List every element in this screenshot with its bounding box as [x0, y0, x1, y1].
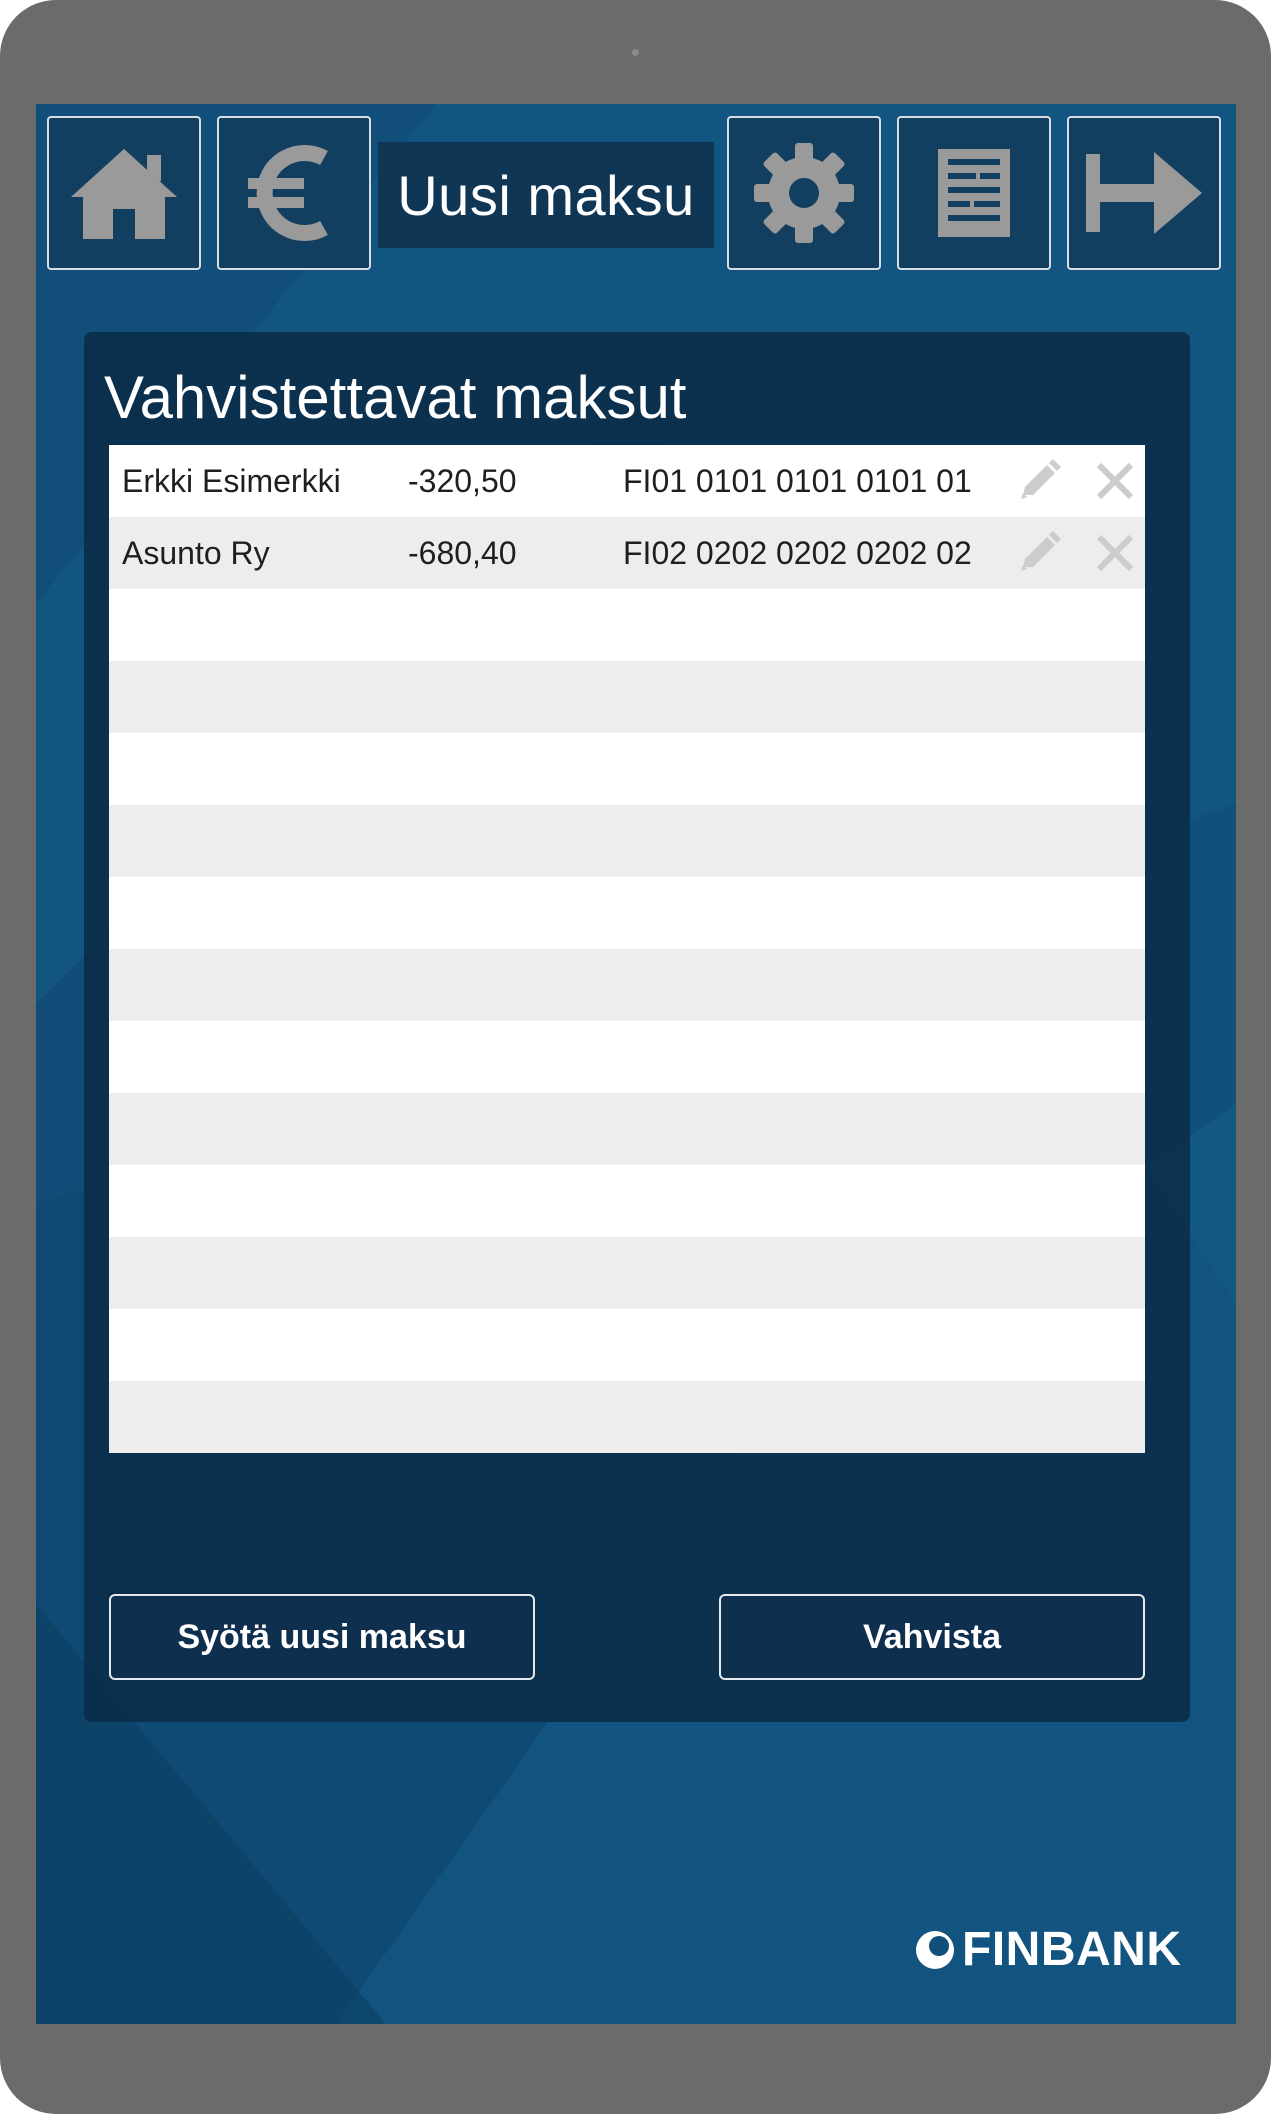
logout-arrow-icon	[1086, 152, 1202, 234]
brand-name: FINBANK	[962, 1923, 1182, 1976]
home-icon	[71, 149, 177, 239]
empty-row	[109, 1309, 1145, 1381]
payee-name: Erkki Esimerkki	[122, 463, 341, 499]
page-title: Uusi maksu	[378, 142, 714, 248]
document-icon	[938, 149, 1010, 237]
table-row[interactable]: Erkki Esimerkki -320,50 FI01 0101 0101 0…	[109, 445, 1145, 517]
camera-dot	[632, 49, 639, 56]
finbank-logo: FINBANK	[914, 1922, 1181, 1977]
empty-row	[109, 1021, 1145, 1093]
empty-row	[109, 1381, 1145, 1453]
finbank-logo-icon	[916, 1930, 954, 1969]
home-button[interactable]	[47, 116, 201, 270]
logout-button[interactable]	[1067, 116, 1221, 270]
tablet-frame: Uusi maksu Vahvistettavat maksut Erkki E…	[0, 0, 1271, 2114]
pending-payments-panel: Vahvistettavat maksut Erkki Esimerkki -3…	[84, 332, 1190, 1722]
euro-icon	[248, 145, 328, 241]
panel-title: Vahvistettavat maksut	[104, 364, 687, 431]
empty-row	[109, 1237, 1145, 1309]
app-screen: Uusi maksu Vahvistettavat maksut Erkki E…	[36, 104, 1236, 2024]
empty-row	[109, 1093, 1145, 1165]
payee-iban: FI01 0101 0101 0101 01	[623, 463, 972, 499]
empty-row	[109, 877, 1145, 949]
payment-amount: -680,40	[408, 535, 517, 571]
empty-row	[109, 1165, 1145, 1237]
pencil-icon[interactable]	[1017, 531, 1061, 575]
pencil-icon[interactable]	[1017, 459, 1061, 503]
table-row[interactable]: Asunto Ry -680,40 FI02 0202 0202 0202 02	[109, 517, 1145, 589]
confirm-button[interactable]: Vahvista	[719, 1594, 1145, 1680]
empty-row	[109, 589, 1145, 661]
new-payment-button[interactable]: Syötä uusi maksu	[109, 1594, 535, 1680]
empty-row	[109, 733, 1145, 805]
payments-table: Erkki Esimerkki -320,50 FI01 0101 0101 0…	[109, 445, 1145, 1453]
empty-row	[109, 949, 1145, 1021]
empty-row	[109, 661, 1145, 733]
payee-name: Asunto Ry	[122, 535, 270, 571]
close-icon[interactable]	[1093, 459, 1137, 503]
close-icon[interactable]	[1093, 531, 1137, 575]
settings-button[interactable]	[727, 116, 881, 270]
payee-iban: FI02 0202 0202 0202 02	[623, 535, 972, 571]
gear-icon	[754, 143, 854, 243]
empty-row	[109, 805, 1145, 877]
payments-button[interactable]	[217, 116, 371, 270]
payment-amount: -320,50	[408, 463, 517, 499]
statement-button[interactable]	[897, 116, 1051, 270]
